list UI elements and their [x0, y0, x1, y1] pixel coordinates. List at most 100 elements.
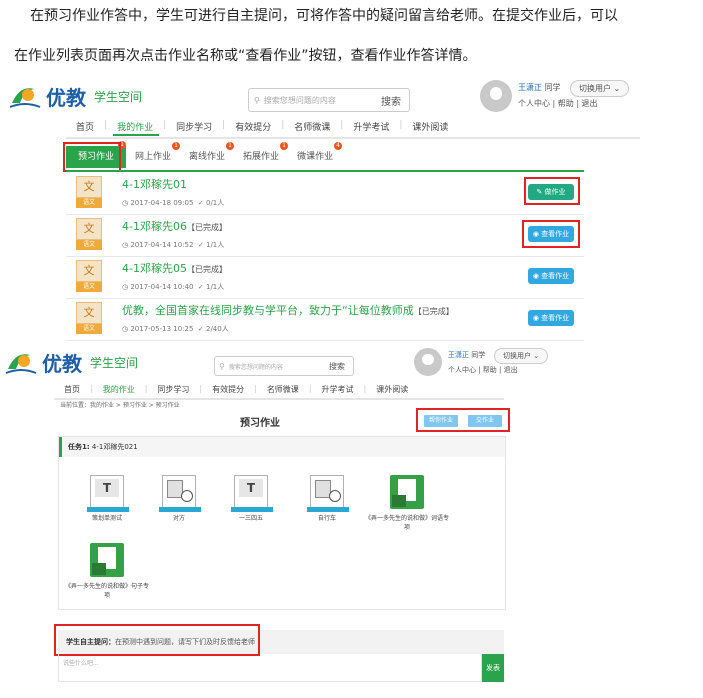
nav-item-my-homework[interactable]: 我的作业	[107, 120, 163, 133]
view-homework-button[interactable]: ◉ 查看作业	[528, 268, 574, 284]
nav-item-exam[interactable]: 升学考试	[312, 384, 364, 395]
intro-line-1: 在预习作业作答中，学生可进行自主提问，可将作答中的疑问留言给老师。在提交作业后，…	[30, 8, 618, 24]
list-item[interactable]: 文语文 优教，全国首家在线同步教与学平台，致力于“让每位教师成【已完成】 ◷ 2…	[66, 298, 584, 341]
resource-item[interactable]: 策划单测试	[71, 475, 143, 522]
tab-label: 网上作业	[135, 152, 172, 162]
tab-online-homework[interactable]: 网上作业 1	[126, 142, 181, 167]
question-input[interactable]: 说些什么吧...	[58, 654, 482, 682]
video-icon	[307, 475, 349, 512]
tab-extended-homework[interactable]: 拓展作业 1	[234, 142, 289, 167]
nav-item-score-up[interactable]: 有效提分	[225, 120, 281, 133]
user-name[interactable]: 王潇正	[448, 351, 469, 359]
nav-item-micro-class[interactable]: 名师微课	[284, 120, 340, 133]
resource-label: 策划单测试	[91, 515, 122, 522]
user-links[interactable]: 个人中心 | 帮助 | 退出	[448, 365, 518, 375]
task-header: 任务1: 4-1邓稼先021	[59, 437, 505, 457]
chinese-subject-icon: 文语文	[76, 260, 102, 296]
nav-item-exam[interactable]: 升学考试	[343, 120, 399, 133]
highlight-box	[524, 177, 580, 205]
task-name: 4-1邓稼先021	[91, 443, 138, 451]
homework-meta: ◷ 2017-04-14 10:40 ✓ 1/1人	[122, 283, 225, 291]
check-icon: ✓	[197, 199, 204, 207]
logo[interactable]: 优教 学生空间	[8, 82, 142, 111]
avatar[interactable]	[414, 348, 442, 376]
user-links[interactable]: 个人中心 | 帮助 | 退出	[518, 98, 598, 109]
homework-title[interactable]: 4-1邓稼先06【已完成】	[122, 218, 227, 234]
homework-title[interactable]: 4-1邓稼先05【已完成】	[122, 260, 227, 276]
nav-item-sync-study[interactable]: 同步学习	[147, 384, 199, 395]
clock-icon: ◷	[122, 283, 129, 291]
switch-user-button[interactable]: 切换用户 ⌄	[494, 348, 549, 364]
resource-item[interactable]: 自行车	[291, 475, 363, 522]
list-item[interactable]: 文语文 4-1邓稼先01 ◷ 2017-04-18 09:05 ✓ 0/1人 ✎…	[66, 172, 584, 215]
eye-icon: ◉	[532, 272, 539, 280]
list-item[interactable]: 文语文 4-1邓稼先06【已完成】 ◷ 2017-04-14 10:52 ✓ 1…	[66, 214, 584, 257]
nav-item-my-homework[interactable]: 我的作业	[93, 384, 145, 395]
main-nav: 首页 | 我的作业 | 同步学习 | 有效提分 | 名师微课 | 升学考试 | 课外阅读	[66, 120, 640, 139]
excel-icon	[390, 475, 424, 509]
user-name[interactable]: 王潇正	[518, 83, 542, 92]
nav-item-reading[interactable]: 课外阅读	[402, 120, 458, 133]
logo-icon	[8, 83, 42, 111]
nav-item-reading[interactable]: 课外阅读	[366, 384, 418, 395]
badge: 1	[226, 142, 235, 150]
task-panel: 任务1: 4-1邓稼先021 策划单测试 对方 一三四五 自行车 《弄一多先生的…	[58, 436, 506, 610]
nav-item-score-up[interactable]: 有效提分	[202, 384, 254, 395]
highlight-box	[522, 220, 580, 248]
resource-label: 《弄一多先生的说和做》句子专项	[65, 583, 150, 599]
nav-item-micro-class[interactable]: 名师微课	[257, 384, 309, 395]
badge: 4	[334, 142, 343, 150]
document-icon	[87, 475, 129, 512]
resource-item[interactable]: 对方	[143, 475, 215, 522]
task-label: 任务1:	[68, 443, 90, 451]
intro-line-2: 在作业列表页面再次点击作业名称或“查看作业”按钮，查看作业作答详情。	[14, 48, 477, 64]
logo-name: 优教	[46, 86, 86, 110]
tab-label: 拓展作业	[243, 152, 280, 162]
check-icon: ✓	[197, 325, 204, 333]
resource-label: 自行车	[317, 515, 336, 522]
search-input[interactable]: 搜索您想问题的内容	[260, 95, 381, 106]
resource-item[interactable]: 《弄一多先生的说和做》词语专项	[365, 475, 449, 531]
clock-icon: ◷	[122, 199, 129, 207]
search-bar[interactable]: ⚲ 搜索您想问题的内容 搜索	[214, 356, 354, 376]
logo[interactable]: 优教 学生空间	[4, 348, 138, 377]
tab-label: 离线作业	[189, 152, 226, 162]
tab-micro-homework[interactable]: 微课作业 4	[288, 142, 343, 167]
view-homework-button[interactable]: ◉ 查看作业	[528, 310, 574, 326]
search-button[interactable]: 搜索	[381, 93, 409, 108]
search-icon: ⚲	[254, 95, 260, 105]
publish-button[interactable]: 发表	[482, 654, 504, 682]
search-input[interactable]: 搜索您想问题的内容	[225, 362, 329, 371]
nav-item-sync-study[interactable]: 同步学习	[166, 120, 222, 133]
switch-user-button[interactable]: 切换用户 ⌄	[570, 80, 630, 97]
chevron-down-icon: ⌄	[613, 84, 621, 93]
nav-item-home[interactable]: 首页	[66, 120, 104, 133]
resource-item[interactable]: 《弄一多先生的说和做》句子专项	[65, 543, 149, 599]
homework-title[interactable]: 优教，全国首家在线同步教与学平台，致力于“让每位教师成【已完成】	[122, 302, 454, 318]
nav-active-underline	[113, 134, 159, 136]
homework-meta: ◷ 2017-04-18 09:05 ✓ 0/1人	[122, 199, 225, 207]
badge: 1	[172, 142, 181, 150]
page-title: 预习作业	[240, 418, 280, 429]
resource-item[interactable]: 一三四五	[215, 475, 287, 522]
eye-icon: ◉	[532, 314, 539, 322]
chinese-subject-icon: 文语文	[76, 218, 102, 254]
main-nav: 首页 | 我的作业 | 同步学习 | 有效提分 | 名师微课 | 升学考试 | 课外阅读	[54, 384, 504, 400]
highlight-box	[416, 408, 510, 432]
resource-label: 《弄一多先生的说和做》词语专项	[365, 515, 450, 531]
nav-item-home[interactable]: 首页	[54, 384, 90, 395]
highlight-box	[54, 624, 260, 656]
check-icon: ✓	[197, 283, 204, 291]
clock-icon: ◷	[122, 241, 129, 249]
search-bar[interactable]: ⚲ 搜索您想问题的内容 搜索	[248, 88, 410, 112]
tab-label: 微课作业	[297, 152, 334, 162]
avatar[interactable]	[480, 80, 512, 112]
homework-meta: ◷ 2017-04-14 10:52 ✓ 1/1人	[122, 241, 225, 249]
excel-icon	[90, 543, 124, 577]
resource-label: 对方	[172, 515, 185, 522]
search-button[interactable]: 搜索	[329, 361, 353, 372]
homework-title[interactable]: 4-1邓稼先01	[122, 176, 187, 192]
document-icon	[231, 475, 273, 512]
list-item[interactable]: 文语文 4-1邓稼先05【已完成】 ◷ 2017-04-14 10:40 ✓ 1…	[66, 256, 584, 299]
tab-offline-homework[interactable]: 离线作业 1	[180, 142, 235, 167]
